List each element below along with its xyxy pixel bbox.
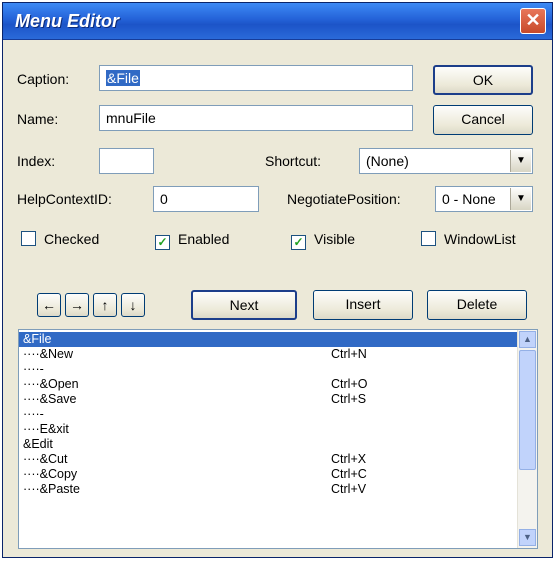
checkbox-box[interactable]: ✓	[155, 235, 170, 250]
scroll-thumb[interactable]	[519, 350, 536, 470]
negotiateposition-value: 0 - None	[442, 191, 496, 207]
item-shortcut: Ctrl+O	[331, 377, 368, 391]
close-icon: ✕	[525, 10, 541, 30]
close-button[interactable]: ✕	[520, 8, 546, 34]
move-up-button[interactable]: ↑	[93, 293, 117, 317]
negotiateposition-select[interactable]: 0 - None ▼	[435, 186, 533, 212]
move-left-button[interactable]: ←	[37, 293, 61, 317]
item-caption: ····E&xit	[23, 422, 69, 436]
item-caption: &Edit	[23, 437, 53, 451]
title-bar[interactable]: Menu Editor ✕	[3, 3, 552, 40]
helpcontextid-value: 0	[160, 191, 168, 207]
item-shortcut: Ctrl+C	[331, 467, 367, 481]
shortcut-select[interactable]: (None) ▼	[359, 148, 533, 174]
shortcut-value: (None)	[366, 153, 409, 169]
checked-checkbox[interactable]: Checked	[21, 231, 99, 247]
enabled-checkbox[interactable]: ✓ Enabled	[155, 231, 229, 250]
list-item[interactable]: ····E&xit	[19, 422, 517, 437]
menu-items-list[interactable]: &File ····&New Ctrl+N ····- ····&Open Ct…	[18, 329, 538, 549]
scroll-down-button[interactable]: ▼	[519, 529, 536, 546]
list-item[interactable]: &Edit	[19, 437, 517, 452]
shortcut-label: Shortcut:	[265, 153, 322, 169]
move-right-button[interactable]: →	[65, 293, 89, 317]
window-title: Menu Editor	[15, 11, 119, 31]
checkbox-label: Enabled	[178, 231, 230, 247]
next-button[interactable]: Next	[191, 290, 297, 320]
list-item[interactable]: ····&Copy Ctrl+C	[19, 467, 517, 482]
list-item[interactable]: ····-	[19, 407, 517, 422]
menu-editor-window: Menu Editor ✕ Caption: &File Name: mnuFi…	[2, 2, 553, 558]
arrow-right-icon: →	[70, 297, 84, 313]
negotiateposition-dropdown-button[interactable]: ▼	[510, 188, 531, 210]
item-shortcut: Ctrl+S	[331, 392, 367, 406]
caption-input[interactable]: &File	[99, 65, 413, 91]
chevron-down-icon: ▼	[516, 193, 526, 204]
helpcontextid-input[interactable]: 0	[153, 186, 259, 212]
list-item[interactable]: &File	[19, 332, 517, 347]
chevron-down-icon: ▼	[516, 155, 526, 166]
caption-label: Caption:	[17, 71, 70, 87]
move-down-button[interactable]: ↓	[121, 293, 145, 317]
item-caption: ····&New	[23, 347, 73, 361]
ok-button[interactable]: OK	[433, 65, 533, 95]
checkbox-label: WindowList	[444, 231, 516, 247]
item-caption: ····&Paste	[23, 482, 80, 496]
item-caption: ····&Open	[23, 377, 79, 391]
item-shortcut: Ctrl+V	[331, 482, 367, 496]
index-input[interactable]	[99, 148, 154, 174]
checkmark-icon: ✓	[293, 235, 304, 249]
list-item[interactable]: ····&Open Ctrl+O	[19, 377, 517, 392]
scroll-up-button[interactable]: ▲	[519, 331, 536, 348]
list-item[interactable]: ····-	[19, 362, 517, 377]
name-value: mnuFile	[106, 110, 156, 126]
chevron-up-icon: ▲	[523, 334, 532, 344]
item-caption: ····-	[23, 362, 44, 376]
caption-value: &File	[106, 70, 140, 86]
arrow-down-icon: ↓	[129, 297, 137, 313]
checkmark-icon: ✓	[157, 235, 168, 249]
list-item[interactable]: ····&Cut Ctrl+X	[19, 452, 517, 467]
arrow-left-icon: ←	[42, 297, 56, 313]
insert-button[interactable]: Insert	[313, 290, 413, 320]
list-item[interactable]: ····&Save Ctrl+S	[19, 392, 517, 407]
helpcontextid-label: HelpContextID:	[17, 191, 112, 207]
windowlist-checkbox[interactable]: WindowList	[421, 231, 516, 247]
item-shortcut: Ctrl+N	[331, 347, 367, 361]
checkbox-box[interactable]: ✓	[291, 235, 306, 250]
item-shortcut: Ctrl+X	[331, 452, 367, 466]
item-caption: ····&Save	[23, 392, 77, 406]
shortcut-dropdown-button[interactable]: ▼	[510, 150, 531, 172]
item-caption: ····-	[23, 407, 44, 421]
name-label: Name:	[17, 111, 59, 127]
checkbox-label: Visible	[314, 231, 355, 247]
list-scrollbar[interactable]: ▲ ▼	[517, 330, 537, 548]
arrow-up-icon: ↑	[101, 297, 109, 313]
item-caption: ····&Copy	[23, 467, 78, 481]
item-caption: &File	[23, 332, 52, 346]
negotiateposition-label: NegotiatePosition:	[287, 191, 401, 207]
delete-button[interactable]: Delete	[427, 290, 527, 320]
name-input[interactable]: mnuFile	[99, 105, 413, 131]
list-item[interactable]: ····&New Ctrl+N	[19, 347, 517, 362]
cancel-button[interactable]: Cancel	[433, 105, 533, 135]
visible-checkbox[interactable]: ✓ Visible	[291, 231, 355, 250]
index-label: Index:	[17, 153, 56, 169]
item-caption: ····&Cut	[23, 452, 68, 466]
checkbox-box[interactable]	[421, 231, 436, 246]
list-item[interactable]: ····&Paste Ctrl+V	[19, 482, 517, 497]
chevron-down-icon: ▼	[523, 532, 532, 542]
checkbox-label: Checked	[44, 231, 100, 247]
checkbox-box[interactable]	[21, 231, 36, 246]
